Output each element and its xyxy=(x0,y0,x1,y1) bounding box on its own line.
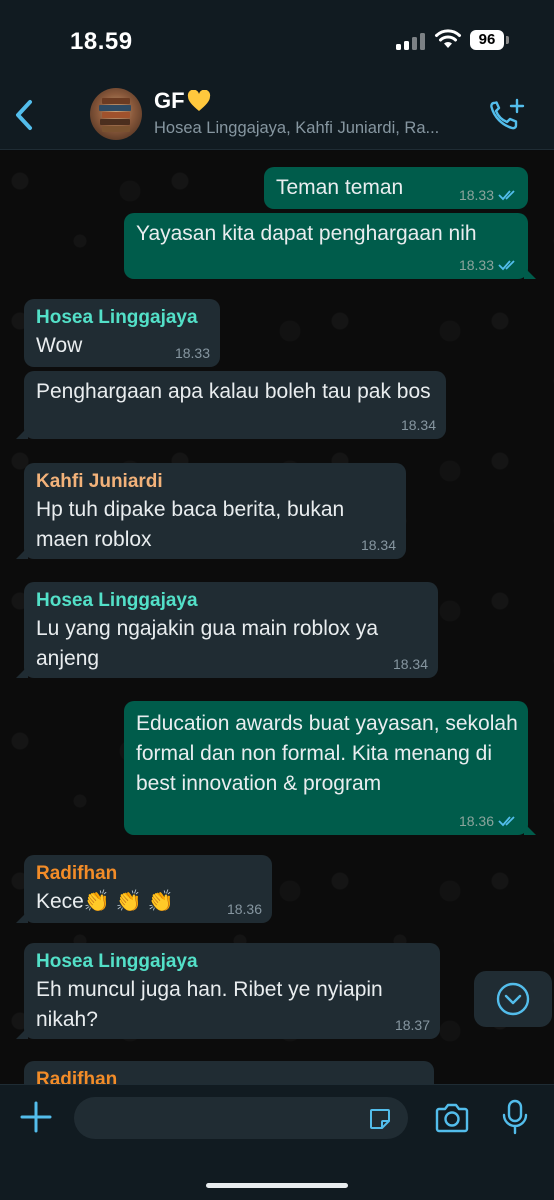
message-text: Lu yang ngajakin gua main roblox ya anje… xyxy=(36,617,379,670)
cellular-signal-icon xyxy=(396,32,428,50)
message-bubble[interactable]: Penghargaan apa kalau boleh tau pak bos … xyxy=(16,371,446,439)
message-bubble[interactable]: Radifhan xyxy=(24,1061,434,1084)
message-text: Hp tuh dipake baca berita, bukan maen ro… xyxy=(36,498,345,551)
status-bar: 18.59 96 xyxy=(0,0,554,80)
sender-name[interactable]: Hosea Linggajaya xyxy=(36,951,428,973)
message-time: 18.37 xyxy=(394,1017,430,1033)
double-check-icon xyxy=(498,260,515,271)
group-info[interactable]: GF Hosea Linggajaya, Kahfi Juniardi, Ra.… xyxy=(154,88,474,138)
bubble-tail xyxy=(16,666,28,678)
chevron-down-circle-icon xyxy=(496,982,530,1016)
message-text: Yayasan kita dapat penghargaan nih xyxy=(136,222,477,245)
bubble-tail xyxy=(524,267,536,279)
message-bubble[interactable]: Radifhan Kece👏 👏 👏 18.36 xyxy=(16,855,272,923)
plus-icon[interactable] xyxy=(20,1101,52,1133)
message-bubble[interactable]: Hosea Linggajaya Lu yang ngajakin gua ma… xyxy=(16,582,438,678)
message-meta: 18.34 xyxy=(401,417,436,433)
message-bubble[interactable]: Teman teman 18.33 xyxy=(264,167,528,209)
battery-level: 96 xyxy=(470,30,504,50)
status-time: 18.59 xyxy=(70,28,133,55)
message-text: Education awards buat yayasan, sekolah f… xyxy=(136,712,518,795)
group-avatar[interactable] xyxy=(90,88,142,140)
message-meta: 18.36 xyxy=(227,901,262,917)
message-meta: 18.33 xyxy=(459,187,518,203)
message-text: Penghargaan apa kalau boleh tau pak bos xyxy=(36,380,431,403)
message-input[interactable] xyxy=(74,1097,408,1139)
bubble-tail xyxy=(16,911,28,923)
bubble-tail xyxy=(16,1027,28,1039)
message-text: Eh muncul juga han. Ribet ye nyiapin nik… xyxy=(36,978,383,1031)
chevron-left-icon[interactable] xyxy=(10,96,40,134)
composer-bar xyxy=(0,1084,554,1200)
wifi-icon xyxy=(435,29,461,48)
message-time: 18.34 xyxy=(400,417,436,433)
message-time: 18.34 xyxy=(392,656,428,672)
chat-area[interactable]: Teman teman 18.33 Yayasan kita dapat pen… xyxy=(0,151,554,1084)
message-time: 18.34 xyxy=(360,537,396,553)
message-bubble[interactable]: Yayasan kita dapat penghargaan nih 18.33 xyxy=(124,213,536,279)
sender-name[interactable]: Radifhan xyxy=(36,1069,422,1084)
message-time: 18.36 xyxy=(458,813,494,829)
message-meta: 18.34 xyxy=(393,656,428,672)
double-check-icon xyxy=(498,816,515,827)
sender-name[interactable]: Hosea Linggajaya xyxy=(36,590,426,612)
message-bubble[interactable]: Hosea Linggajaya Wow 18.33 xyxy=(24,299,220,367)
phone-plus-icon[interactable] xyxy=(488,98,526,132)
group-name: GF xyxy=(154,88,185,113)
scroll-to-bottom-button[interactable] xyxy=(474,971,552,1027)
message-time: 18.33 xyxy=(458,187,494,203)
message-meta: 18.33 xyxy=(459,257,518,273)
message-bubble[interactable]: Hosea Linggajaya Eh muncul juga han. Rib… xyxy=(16,943,440,1039)
sender-name[interactable]: Hosea Linggajaya xyxy=(36,307,208,329)
chat-header: GF Hosea Linggajaya, Kahfi Juniardi, Ra.… xyxy=(0,80,554,150)
mic-icon[interactable] xyxy=(502,1099,528,1135)
message-time: 18.33 xyxy=(174,345,210,361)
sticker-icon[interactable] xyxy=(368,1107,392,1131)
message-time: 18.33 xyxy=(458,257,494,273)
message-meta: 18.34 xyxy=(361,537,396,553)
sender-name[interactable]: Radifhan xyxy=(36,863,260,885)
message-bubble[interactable]: Kahfi Juniardi Hp tuh dipake baca berita… xyxy=(16,463,406,559)
sender-name[interactable]: Kahfi Juniardi xyxy=(36,471,394,493)
message-meta: 18.37 xyxy=(395,1017,430,1033)
bubble-tail xyxy=(16,427,28,439)
message-meta: 18.36 xyxy=(459,813,518,829)
message-bubble[interactable]: Education awards buat yayasan, sekolah f… xyxy=(124,701,536,835)
home-indicator xyxy=(206,1183,348,1188)
bubble-tail xyxy=(524,823,536,835)
group-members: Hosea Linggajaya, Kahfi Juniardi, Ra... xyxy=(154,119,440,137)
message-meta: 18.33 xyxy=(175,345,210,361)
message-time: 18.36 xyxy=(226,901,262,917)
group-title: GF xyxy=(154,88,474,114)
bubble-tail xyxy=(16,547,28,559)
double-check-icon xyxy=(498,190,515,201)
yellow-heart-icon xyxy=(187,90,210,111)
camera-icon[interactable] xyxy=(434,1103,470,1133)
battery-tip xyxy=(506,36,509,44)
